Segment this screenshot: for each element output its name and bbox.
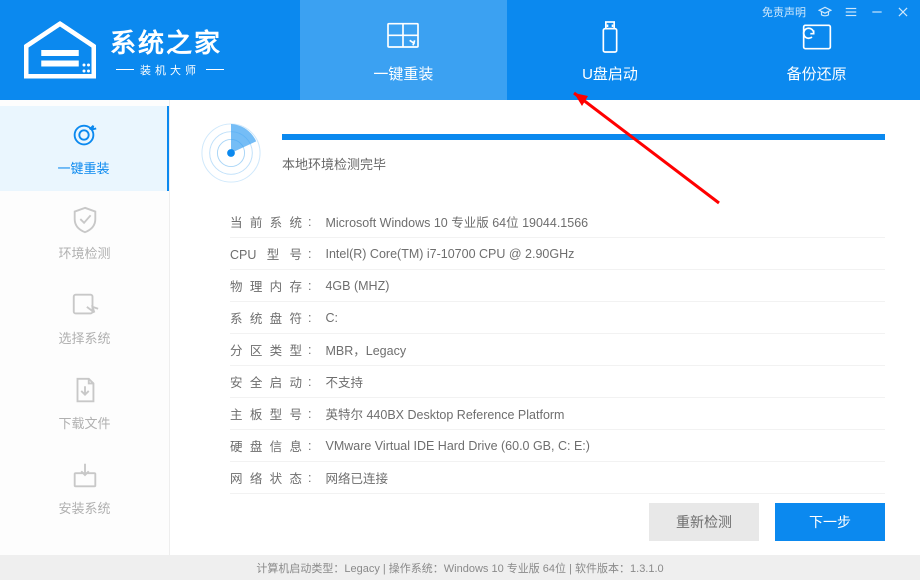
side-label: 安装系统 [58,498,110,517]
side-download[interactable]: 下载文件 [0,361,169,446]
side-label: 选择系统 [58,328,110,347]
info-row: 分区类型:MBR，Legacy [230,334,885,366]
side-label: 下载文件 [58,413,110,432]
academic-icon[interactable] [818,5,832,19]
header: 免责声明 系统之家 装机大师 一键重装 U盘启动 [0,0,920,100]
tab-label: 备份还原 [787,63,847,84]
side-select[interactable]: 选择系统 [0,276,169,361]
logo-title: 系统之家 [110,23,230,60]
logo-subtitle: 装机大师 [110,62,230,78]
radar-icon [200,122,262,184]
info-row: 网络状态:网络已连接 [230,462,885,494]
logo-icon [20,20,100,80]
scan-status: 本地环境检测完毕 [282,154,885,173]
info-row: CPU型号:Intel(R) Core(TM) i7-10700 CPU @ 2… [230,238,885,270]
info-row: 当前系统:Microsoft Windows 10 专业版 64位 19044.… [230,206,885,238]
windows-icon [383,17,423,57]
info-row: 主板型号:英特尔 440BX Desktop Reference Platfor… [230,398,885,430]
info-row: 安全启动:不支持 [230,366,885,398]
tab-usb[interactable]: U盘启动 [507,0,714,100]
info-table: 当前系统:Microsoft Windows 10 专业版 64位 19044.… [200,206,885,494]
sidebar: 一键重装 环境检测 选择系统 下载文件 安装系统 [0,100,170,555]
tab-label: 一键重装 [373,63,433,84]
disclaimer-link[interactable]: 免责声明 [762,4,806,20]
download-icon [70,375,100,405]
side-install[interactable]: 安装系统 [0,446,169,531]
select-icon [70,290,100,320]
info-row: 物理内存:4GB (MHZ) [230,270,885,302]
footer-status: 计算机启动类型：Legacy | 操作系统：Windows 10 专业版 64位… [0,555,920,580]
tab-label: U盘启动 [582,63,638,84]
side-reinstall[interactable]: 一键重装 [0,106,169,191]
info-row: 系统盘符:C: [230,302,885,334]
shield-icon [70,205,100,235]
menu-icon[interactable] [844,5,858,19]
progress-bar [282,134,885,140]
titlebar: 免责声明 [762,4,910,20]
close-icon[interactable] [896,5,910,19]
rescan-button[interactable]: 重新检测 [649,503,759,541]
info-row: 硬盘信息:VMware Virtual IDE Hard Drive (60.0… [230,430,885,462]
logo: 系统之家 装机大师 [0,0,300,100]
side-env[interactable]: 环境检测 [0,191,169,276]
usb-icon [590,17,630,57]
side-label: 环境检测 [58,243,110,262]
main-panel: 本地环境检测完毕 当前系统:Microsoft Windows 10 专业版 6… [170,100,920,555]
backup-icon [797,17,837,57]
target-icon [69,120,99,150]
next-button[interactable]: 下一步 [775,503,885,541]
install-icon [70,460,100,490]
tab-reinstall[interactable]: 一键重装 [300,0,507,100]
minimize-icon[interactable] [870,5,884,19]
side-label: 一键重装 [57,158,109,177]
